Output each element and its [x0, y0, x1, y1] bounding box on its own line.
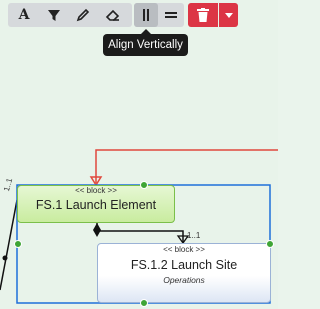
- resize-handle[interactable]: [14, 240, 22, 248]
- delete-button[interactable]: [188, 3, 218, 27]
- align-vertically-button[interactable]: [134, 3, 158, 27]
- resize-handle[interactable]: [140, 181, 148, 189]
- text-format-icon: A: [18, 7, 30, 23]
- fill-button[interactable]: [42, 3, 66, 27]
- trash-icon: [197, 8, 209, 22]
- eraser-icon: [105, 9, 119, 21]
- eraser-button[interactable]: [100, 3, 124, 27]
- pencil-icon: [76, 8, 90, 22]
- resize-handle[interactable]: [266, 240, 274, 248]
- pencil-button[interactable]: [71, 3, 95, 27]
- delete-dropdown-button[interactable]: [219, 3, 238, 27]
- caret-down-icon: [224, 12, 233, 18]
- text-format-button[interactable]: A: [12, 3, 36, 27]
- align-vertically-icon: [143, 9, 149, 21]
- tooltip: Align Vertically: [103, 29, 188, 56]
- toolbar: A: [0, 0, 278, 30]
- fill-icon: [48, 10, 60, 21]
- resize-handle[interactable]: [140, 299, 148, 307]
- align-horizontally-icon: [165, 12, 177, 18]
- align-horizontally-button[interactable]: [159, 3, 183, 27]
